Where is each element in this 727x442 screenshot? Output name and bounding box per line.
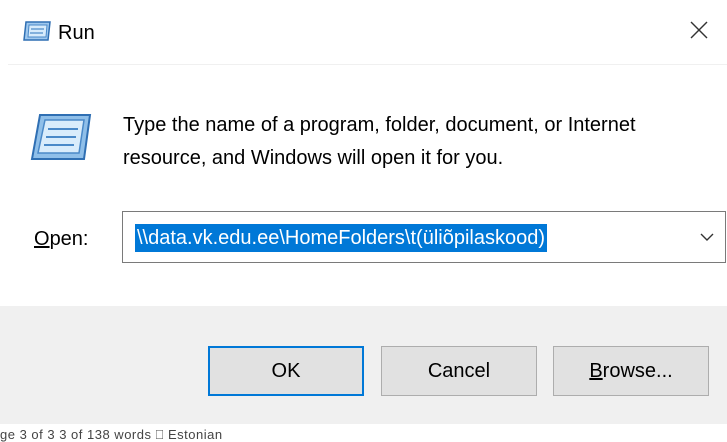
run-icon [22, 19, 52, 43]
close-icon [689, 20, 709, 45]
ok-button[interactable]: OK [208, 346, 364, 396]
open-input[interactable]: \\data.vk.edu.ee\HomeFolders\t(üliõpilas… [123, 212, 683, 262]
background-status-text: ge 3 of 3 3 of 138 words ⎕ Estonian [0, 427, 223, 442]
button-bar: OK Cancel Browse... [0, 306, 727, 424]
open-label: Open: [34, 228, 89, 251]
title-bar: Run [0, 0, 727, 64]
chevron-down-icon [700, 229, 714, 247]
dialog-description: Type the name of a program, folder, docu… [123, 114, 636, 169]
run-dialog: Run Type the name of a program, folder, … [0, 0, 727, 442]
open-combobox[interactable]: \\data.vk.edu.ee\HomeFolders\t(üliõpilas… [122, 211, 726, 263]
browse-accelerator: B [589, 359, 603, 382]
close-button[interactable] [671, 4, 727, 60]
open-dropdown-button[interactable] [695, 226, 719, 250]
run-icon-large [28, 107, 94, 165]
window-title: Run [58, 22, 95, 44]
open-label-accelerator: O [34, 228, 50, 250]
background-status-bar: ge 3 of 3 3 of 138 words ⎕ Estonian [0, 424, 727, 442]
cancel-button[interactable]: Cancel [381, 346, 537, 396]
open-input-selected-text: \\data.vk.edu.ee\HomeFolders\t(üliõpilas… [135, 224, 547, 252]
dialog-body: Type the name of a program, folder, docu… [8, 64, 727, 307]
open-label-text: pen: [49, 228, 89, 250]
browse-button[interactable]: Browse... [553, 346, 709, 396]
browse-label: rowse... [602, 359, 673, 382]
